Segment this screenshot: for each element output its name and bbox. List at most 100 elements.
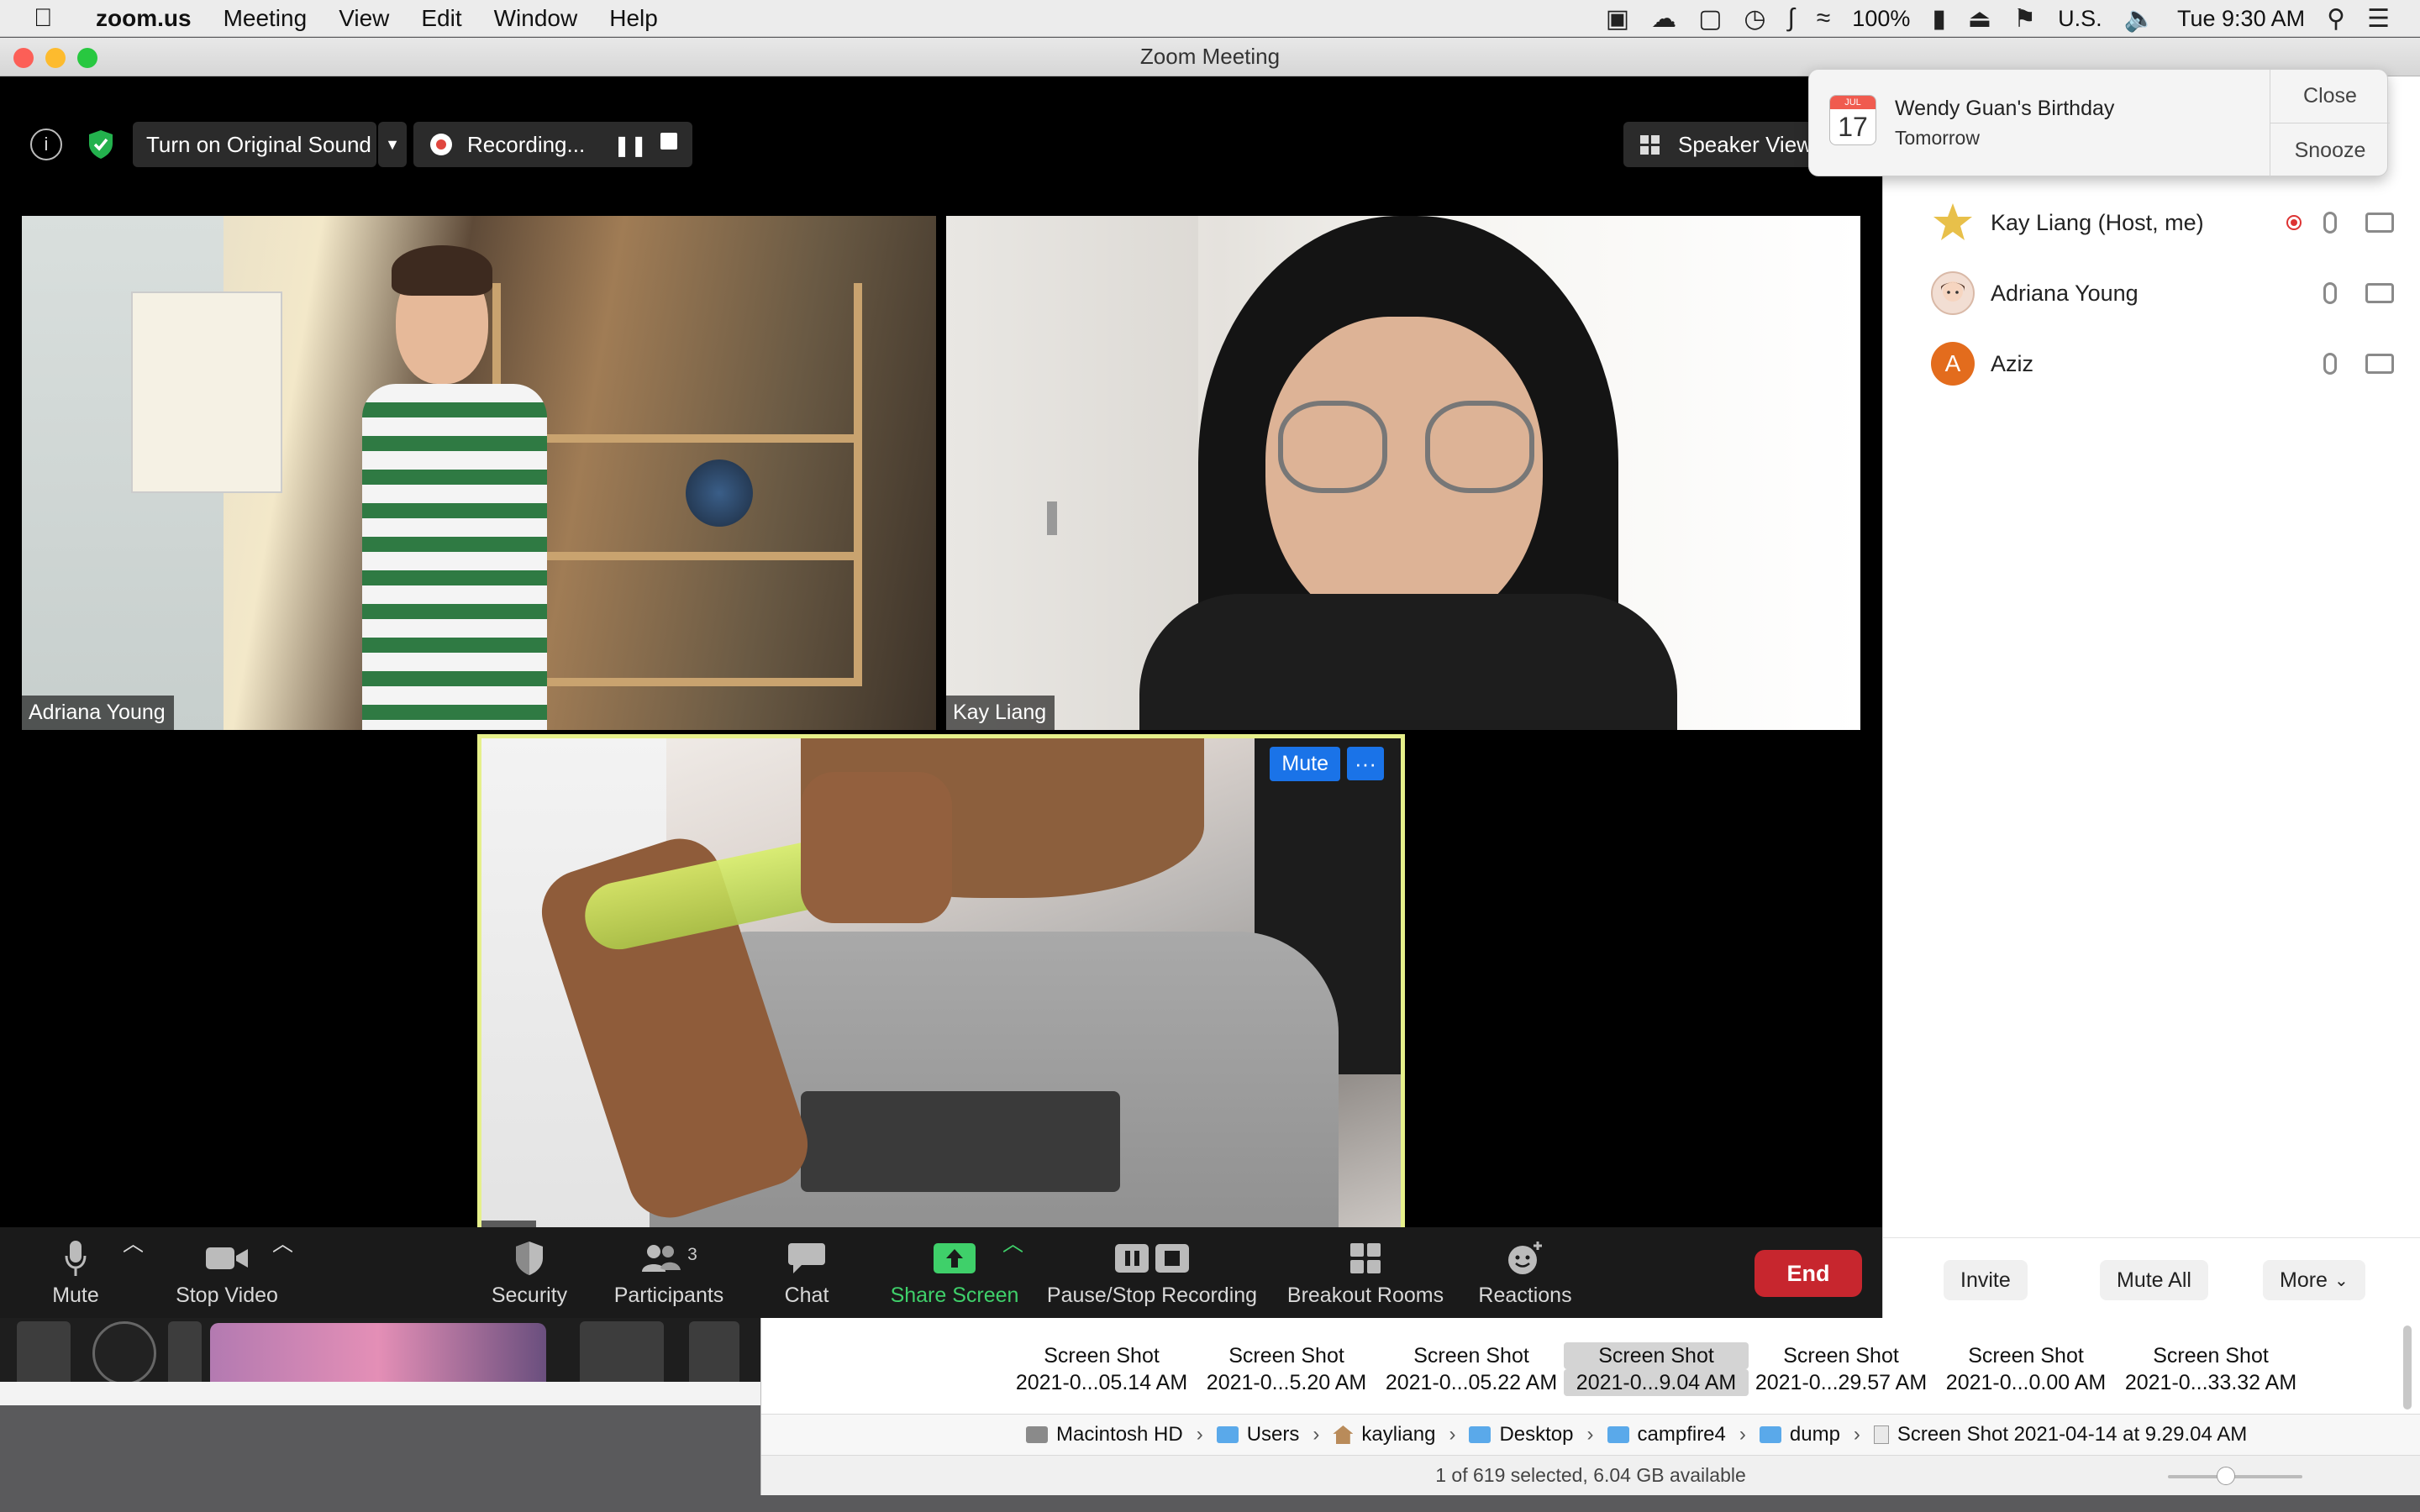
folder-icon [1469, 1426, 1491, 1443]
participant-mic-icon[interactable] [2323, 282, 2337, 304]
icon-size-slider-track[interactable] [2168, 1475, 2302, 1478]
bluetooth-icon[interactable]: ∫ [1788, 4, 1795, 33]
finder-file-item[interactable]: Screen Shot 2021-0...5.20 AM [1194, 1342, 1379, 1396]
invite-button[interactable]: Invite [1944, 1260, 2028, 1300]
menu-app-name[interactable]: zoom.us [96, 5, 192, 32]
screen-mirror-icon[interactable]: ▢ [1698, 4, 1722, 34]
chat-button[interactable]: Chat [773, 1227, 840, 1318]
share-screen-label: Share Screen [890, 1283, 1019, 1307]
menu-meeting[interactable]: Meeting [224, 5, 308, 32]
pause-recording-icon[interactable]: ❚❚ [613, 134, 647, 158]
window-zoom-button[interactable] [77, 48, 97, 68]
cartoon-avatar-icon [1931, 271, 1975, 315]
stop-recording-icon[interactable] [660, 133, 677, 150]
creative-cloud-icon[interactable]: ☁ [1651, 4, 1676, 34]
spotlight-search-icon[interactable]: ⚲ [2327, 4, 2345, 34]
battery-percent[interactable]: 100% [1852, 6, 1910, 32]
stop-video-button[interactable]: Stop Video [166, 1227, 287, 1318]
path-crumb[interactable]: campfire4 [1607, 1423, 1726, 1446]
finder-file-item[interactable]: Screen Shot 2021-0...29.57 AM [1749, 1342, 1933, 1396]
path-crumb[interactable]: dump [1759, 1423, 1840, 1446]
finder-file-item[interactable]: Screen Shot 2021-0...33.32 AM [2118, 1342, 2303, 1396]
encryption-shield-icon[interactable] [87, 129, 116, 160]
path-crumb[interactable]: Macintosh HD [1026, 1423, 1183, 1446]
end-meeting-button[interactable]: End [1754, 1250, 1862, 1297]
notification-close-button[interactable]: Close [2270, 70, 2390, 123]
mute-all-button[interactable]: Mute All [2100, 1260, 2208, 1300]
menu-view[interactable]: View [339, 5, 389, 32]
menu-help[interactable]: Help [609, 5, 658, 32]
pause-stop-recording-label: Pause/Stop Recording [1046, 1283, 1258, 1307]
participant-camera-icon[interactable] [2365, 213, 2394, 233]
participant-camera-icon[interactable] [2365, 283, 2394, 303]
window-close-button[interactable] [13, 48, 34, 68]
notification-center-icon[interactable]: ☰ [2367, 4, 2390, 34]
calendar-notification[interactable]: JUL 17 Wendy Guan's Birthday Tomorrow Cl… [1808, 69, 2390, 177]
video-tile-kay[interactable]: Kay Liang [946, 216, 1860, 730]
path-crumb[interactable]: Screen Shot 2021-04-14 at 9.29.04 AM [1873, 1423, 2247, 1446]
clock[interactable]: Tue 9:30 AM [2177, 6, 2305, 32]
mute-button[interactable]: Mute [42, 1227, 109, 1318]
path-crumb-label: Users [1246, 1423, 1300, 1446]
meeting-info-icon[interactable]: i [30, 129, 62, 160]
person-sweater [1139, 594, 1677, 730]
breakout-rooms-button[interactable]: Breakout Rooms [1286, 1227, 1445, 1318]
battery-icon[interactable]: ▮ [1932, 4, 1946, 34]
participant-more-options-icon[interactable]: ··· [1347, 747, 1384, 780]
participant-row[interactable]: Kay Liang (Host, me) [1883, 189, 2420, 256]
path-crumb-label: Macintosh HD [1056, 1423, 1183, 1446]
security-button[interactable]: Security [479, 1227, 580, 1318]
finder-file-item-selected[interactable]: Screen Shot 2021-0...9.04 AM [1564, 1342, 1749, 1396]
participant-mute-button[interactable]: Mute [1270, 747, 1340, 781]
breakout-rooms-icon [1349, 1238, 1382, 1278]
icon-size-slider-knob[interactable] [2217, 1467, 2235, 1485]
recording-label: Recording... [467, 131, 586, 157]
audio-options-chevron-icon[interactable]: ︿ [123, 1227, 144, 1257]
notification-snooze-button[interactable]: Snooze [2270, 123, 2390, 177]
file-subtitle: 2021-0...29.57 AM [1754, 1371, 1928, 1394]
file-name: Screen Shot [2153, 1344, 2269, 1368]
volume-icon[interactable]: 🔈 [2124, 4, 2155, 34]
share-options-chevron-icon[interactable]: ︿ [1002, 1227, 1023, 1257]
desktop-thumbnail [17, 1321, 71, 1387]
video-options-chevron-icon[interactable]: ︿ [272, 1227, 293, 1257]
participant-row[interactable]: Adriana Young [1883, 260, 2420, 327]
reactions-label: Reactions [1478, 1283, 1572, 1307]
desktop-thumbnail [168, 1321, 202, 1387]
path-crumb[interactable]: kayliang [1333, 1423, 1435, 1446]
share-screen-button[interactable]: Share Screen [887, 1227, 1022, 1318]
participants-button[interactable]: 3 Participants [607, 1227, 731, 1318]
finder-file-item[interactable]: Screen Shot 2021-0...0.00 AM [1933, 1342, 2118, 1396]
participant-mic-icon[interactable] [2323, 212, 2337, 234]
finder-file-item[interactable]: Screen Shot 2021-0...05.14 AM [1009, 1342, 1194, 1396]
path-crumb[interactable]: Desktop [1469, 1423, 1574, 1446]
file-subtitle: 2021-0...5.20 AM [1206, 1371, 1367, 1394]
video-tile-adriana[interactable]: Adriana Young [22, 216, 936, 730]
wifi-icon[interactable]: ≈ [1817, 4, 1830, 33]
more-options-button[interactable]: More ⌄ [2263, 1260, 2365, 1300]
initial-avatar: A [1931, 342, 1975, 386]
reactions-button[interactable]: Reactions [1476, 1227, 1575, 1318]
input-source[interactable]: U.S. [2058, 6, 2102, 32]
finder-scrollbar[interactable] [2403, 1326, 2412, 1410]
finder-file-item[interactable]: Screen Shot 2021-0...05.22 AM [1379, 1342, 1564, 1396]
speaker-view-button[interactable]: Speaker View [1623, 122, 1825, 167]
time-machine-icon[interactable]: ◷ [1744, 4, 1765, 34]
eject-icon[interactable]: ⏏ [1968, 4, 1991, 34]
original-sound-dropdown-icon[interactable]: ▼ [378, 122, 407, 167]
star-avatar-icon [1931, 201, 1975, 244]
apple-menu-icon[interactable]:  [34, 4, 71, 33]
window-minimize-button[interactable] [45, 48, 66, 68]
participant-camera-icon[interactable] [2365, 354, 2394, 374]
flag-icon[interactable]: ⚑ [2013, 4, 2036, 34]
menu-edit[interactable]: Edit [421, 5, 461, 32]
pause-stop-recording-button[interactable]: Pause/Stop Recording [1045, 1227, 1259, 1318]
menu-window[interactable]: Window [494, 5, 578, 32]
participant-row[interactable]: A Aziz [1883, 330, 2420, 397]
original-sound-button[interactable]: Turn on Original Sound [133, 122, 376, 167]
zoom-status-icon[interactable]: ▣ [1606, 4, 1629, 34]
video-tile-aziz-active-speaker[interactable]: Mute ··· Aziz [477, 734, 1405, 1259]
participant-mic-icon[interactable] [2323, 353, 2337, 375]
path-crumb[interactable]: Users [1216, 1423, 1300, 1446]
path-crumb-label: dump [1789, 1423, 1840, 1446]
